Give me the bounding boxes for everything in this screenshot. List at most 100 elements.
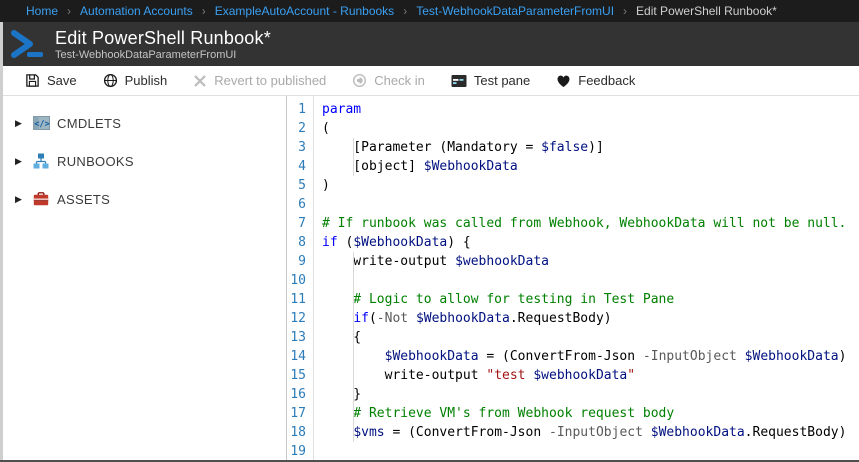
code-line: if(-Not $WebhookData.RequestBody) [322,309,859,328]
code-token-var: $WebhookData [416,311,510,326]
breadcrumb-current: Edit PowerShell Runbook* [636,4,777,18]
code-token-pl: write-output [322,254,455,269]
breadcrumb-link[interactable]: Automation Accounts [80,4,193,18]
save-icon [25,73,40,88]
code-token-pl: ( [338,235,354,250]
code-line: [object] $WebhookData [322,157,859,176]
sidebar-item-cmdlets[interactable]: ▶</> CMDLETS [3,104,286,142]
testpane-icon [451,74,467,88]
header-text: Edit PowerShell Runbook* Test-WebhookDat… [55,28,271,61]
revert-icon [193,74,207,88]
line-number: 15 [287,366,313,385]
code-token-pl [643,425,651,440]
code-line: } [322,385,859,404]
chevron-right-icon[interactable]: ▶ [15,156,33,167]
toolbar-button-label: Feedback [578,73,635,88]
code-line: { [322,328,859,347]
publish-button[interactable]: Publish [103,73,168,88]
code-token-kw: param [322,102,361,117]
code-token-var: $webhookData [455,254,549,269]
line-number: 3 [287,138,313,157]
sidebar-item-label: ASSETS [57,192,110,207]
code-line [322,271,859,290]
toolbar-button-label: Revert to published [214,73,326,88]
code-token-str: "test [486,368,533,383]
runbooks-icon [33,153,50,170]
assets-icon [33,191,50,208]
code-line [322,195,859,214]
chevron-right-icon[interactable]: ▶ [15,118,33,129]
code-token-pl [322,425,353,440]
code-line: if ($WebhookData) { [322,233,859,252]
code-token-pl: .RequestBody) [510,311,612,326]
code-token-var: $WebhookData [424,159,518,174]
line-number: 16 [287,385,313,404]
page-subtitle: Test-WebhookDataParameterFromUI [55,49,271,61]
revert-to-published-button: Revert to published [193,73,326,88]
code-token-pl: = (ConvertFrom-Json [479,349,643,364]
code-area[interactable]: param( [Parameter (Mandatory = $false)] … [314,96,859,460]
line-number-gutter: 12345678910111213141516171819 [287,96,314,460]
svg-text:</>: </> [34,119,49,129]
blade-shell: Edit PowerShell Runbook* Test-WebhookDat… [0,22,859,460]
line-number: 2 [287,119,313,138]
code-line: # Retrieve VM's from Webhook request bod… [322,404,859,423]
code-line: $WebhookData = (ConvertFrom-Json -InputO… [322,347,859,366]
breadcrumb-link[interactable]: Home [26,4,58,18]
line-number: 19 [287,442,313,461]
code-token-pl [322,311,353,326]
line-number: 1 [287,100,313,119]
test-pane-button[interactable]: Test pane [451,73,530,88]
save-button[interactable]: Save [25,73,77,88]
powershell-icon [9,29,47,59]
breadcrumb-link[interactable]: Test-WebhookDataParameterFromUI [416,4,614,18]
code-token-pl: = (ConvertFrom-Json [385,425,549,440]
code-token-pl: ) [839,349,847,364]
line-number: 5 [287,176,313,195]
toolbar-button-label: Publish [125,73,168,88]
code-token-pl: } [322,387,361,402]
code-line: param [322,100,859,119]
code-line [322,442,859,460]
line-number: 7 [287,214,313,233]
line-number: 10 [287,271,313,290]
line-number: 14 [287,347,313,366]
code-line: $vms = (ConvertFrom-Json -InputObject $W… [322,423,859,442]
code-token-pl: [object] [322,159,424,174]
code-token-com: # Retrieve VM's from Webhook request bod… [322,406,674,421]
breadcrumb-separator-icon: › [403,4,407,18]
code-token-pl: [Parameter (Mandatory = [322,140,541,155]
breadcrumb-link[interactable]: ExampleAutoAccount - Runbooks [215,4,394,18]
code-token-pl: write-output [322,368,486,383]
chevron-right-icon[interactable]: ▶ [15,194,33,205]
sidebar-item-label: RUNBOOKS [57,154,134,169]
code-token-var: $WebhookData [353,235,447,250]
line-number: 13 [287,328,313,347]
feedback-button[interactable]: Feedback [556,73,635,88]
sidebar-item-assets[interactable]: ▶ ASSETS [3,180,286,218]
line-number: 6 [287,195,313,214]
library-sidebar: ▶</>CMDLETS▶RUNBOOKS▶ASSETS [3,96,287,460]
code-token-com: # If runbook was called from Webhook, We… [322,216,846,231]
code-line: ) [322,176,859,195]
sidebar-item-label: CMDLETS [57,116,121,131]
line-number: 4 [287,157,313,176]
code-token-kw: if [322,235,338,250]
breadcrumb-separator-icon: › [67,4,71,18]
content-area: ▶</>CMDLETS▶RUNBOOKS▶ASSETS 123456789101… [3,96,859,460]
command-toolbar: SavePublishRevert to publishedCheck inTe… [3,66,859,96]
code-token-kw: if [353,311,369,326]
code-token-pl: ( [369,311,377,326]
code-editor[interactable]: 12345678910111213141516171819 param( [Pa… [287,96,859,460]
code-token-var: $WebhookData [651,425,745,440]
code-token-pl: ( [322,121,330,136]
code-token-pl: ) [322,178,330,193]
cmdlets-icon: </> [33,115,50,132]
sidebar-item-runbooks[interactable]: ▶ RUNBOOKS [3,142,286,180]
line-number: 9 [287,252,313,271]
indent-guide [353,138,354,176]
toolbar-button-label: Test pane [474,73,530,88]
code-line: ( [322,119,859,138]
line-number: 8 [287,233,313,252]
line-number: 11 [287,290,313,309]
